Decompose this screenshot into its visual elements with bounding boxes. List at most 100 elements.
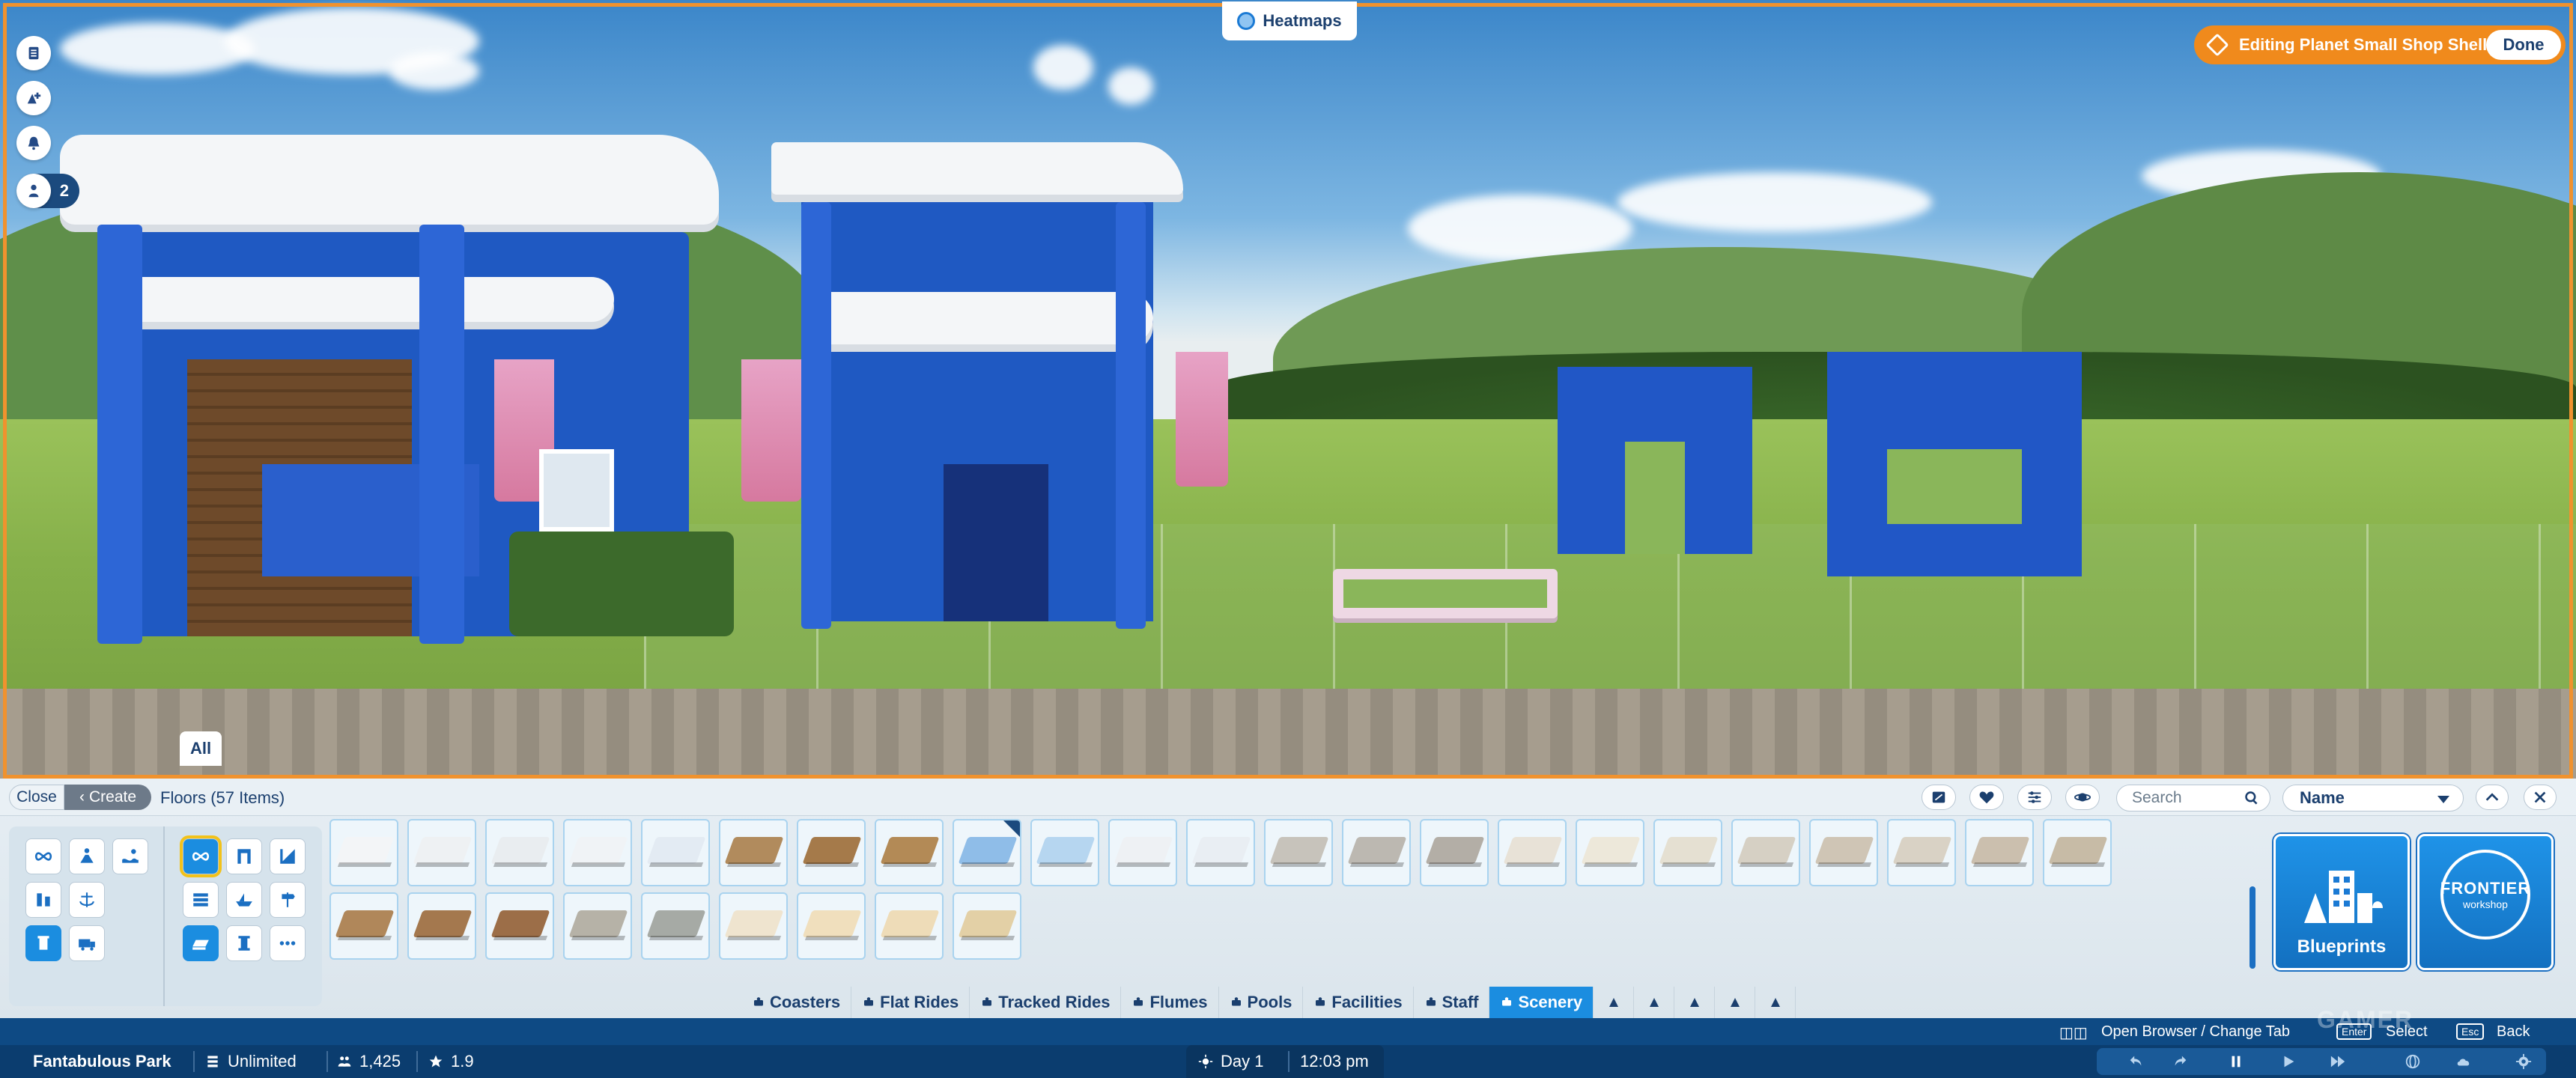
subcategory-roofs[interactable] bbox=[226, 882, 262, 918]
terrain-tool-button[interactable] bbox=[1634, 987, 1675, 1018]
floor-item-tile[interactable] bbox=[797, 819, 866, 886]
blueprint-filter-button[interactable] bbox=[1922, 785, 1956, 810]
blueprints-button[interactable]: Blueprints bbox=[2273, 834, 2410, 970]
tab-scenery[interactable]: Scenery bbox=[1489, 987, 1594, 1018]
add-guest-button[interactable] bbox=[16, 81, 51, 115]
floor-item-tile[interactable] bbox=[1731, 819, 1800, 886]
guests-display[interactable]: 1,425 bbox=[337, 1045, 401, 1078]
frontier-workshop-button[interactable]: FRONTIER workshop bbox=[2417, 834, 2554, 970]
floor-item-tile[interactable] bbox=[953, 892, 1021, 960]
category-theme[interactable] bbox=[69, 882, 105, 918]
sort-dropdown[interactable]: Name bbox=[2282, 785, 2464, 811]
create-button[interactable]: ‹ Create bbox=[64, 785, 151, 810]
building-tool-button[interactable] bbox=[1594, 987, 1635, 1018]
tab-pools[interactable]: Pools bbox=[1219, 987, 1304, 1018]
heatmaps-button[interactable]: Heatmaps bbox=[1222, 1, 1357, 40]
floor-item-tile[interactable] bbox=[407, 892, 476, 960]
pause-button[interactable] bbox=[2220, 1051, 2253, 1072]
floor-item-tile[interactable] bbox=[1264, 819, 1333, 886]
tab-flat-rides[interactable]: Flat Rides bbox=[851, 987, 970, 1018]
park-name[interactable]: Fantabulous Park bbox=[33, 1045, 171, 1078]
floor-item-tile[interactable] bbox=[563, 819, 632, 886]
play-button[interactable] bbox=[2272, 1051, 2305, 1072]
favourites-button[interactable] bbox=[1969, 785, 2004, 810]
floor-item-tile[interactable] bbox=[563, 892, 632, 960]
tab-flumes[interactable]: Flumes bbox=[1121, 987, 1219, 1018]
floor-item-tile[interactable] bbox=[1653, 819, 1722, 886]
floor-item-tile[interactable] bbox=[2043, 819, 2112, 886]
collapse-button[interactable] bbox=[2476, 785, 2509, 810]
search-placeholder: Search bbox=[2132, 789, 2182, 806]
category-guests[interactable] bbox=[69, 838, 105, 874]
search-input[interactable]: Search bbox=[2116, 785, 2270, 811]
subcategory-diagonal[interactable] bbox=[270, 838, 306, 874]
park-management-button[interactable] bbox=[16, 36, 51, 70]
floor-item-tile[interactable] bbox=[1809, 819, 1878, 886]
wall-panel-door[interactable] bbox=[1558, 367, 1752, 554]
floor-item-tile[interactable] bbox=[797, 892, 866, 960]
guest-button[interactable] bbox=[16, 174, 51, 208]
floor-item-tile[interactable] bbox=[1420, 819, 1489, 886]
category-all[interactable] bbox=[25, 838, 61, 874]
done-button[interactable]: Done bbox=[2486, 30, 2561, 60]
notifications-button[interactable] bbox=[16, 126, 51, 160]
floor-item-tile[interactable] bbox=[1030, 819, 1099, 886]
rating-display[interactable]: 1.9 bbox=[428, 1045, 474, 1078]
subcategory-doorways[interactable] bbox=[226, 838, 262, 874]
floor-item-tile[interactable] bbox=[719, 819, 788, 886]
shop-building-left[interactable] bbox=[60, 135, 734, 644]
all-tab[interactable]: All bbox=[180, 731, 222, 766]
floor-item-tile[interactable] bbox=[875, 819, 944, 886]
money-display[interactable]: Unlimited bbox=[205, 1045, 297, 1078]
floor-item-tile[interactable] bbox=[485, 892, 554, 960]
fast-forward-button[interactable] bbox=[2321, 1051, 2354, 1072]
floor-item-tile[interactable] bbox=[875, 892, 944, 960]
blueprint-tool-button[interactable] bbox=[1715, 987, 1756, 1018]
game-viewport[interactable]: Heatmaps Editing Planet Small Shop Shell… bbox=[0, 0, 2576, 779]
redo-button[interactable] bbox=[2164, 1051, 2197, 1072]
settings-button[interactable] bbox=[2507, 1051, 2540, 1072]
shop-building-center[interactable] bbox=[771, 142, 1236, 636]
floor-item-tile[interactable] bbox=[1498, 819, 1567, 886]
landscape-tool-button[interactable] bbox=[1674, 987, 1716, 1018]
category-rides[interactable] bbox=[25, 882, 61, 918]
subcategory-columns[interactable] bbox=[226, 925, 262, 961]
floor-item-tile[interactable] bbox=[485, 819, 554, 886]
floor-tile-preview[interactable] bbox=[1333, 569, 1558, 618]
planet-content-button[interactable] bbox=[2065, 785, 2100, 810]
floor-item-tile[interactable] bbox=[1342, 819, 1411, 886]
floor-item-tile[interactable] bbox=[719, 892, 788, 960]
subcategory-layers[interactable] bbox=[183, 882, 219, 918]
tab-facilities[interactable]: Facilities bbox=[1303, 987, 1414, 1018]
undo-button[interactable] bbox=[2119, 1051, 2152, 1072]
floor-item-tile[interactable] bbox=[953, 819, 1021, 886]
category-water[interactable] bbox=[112, 838, 148, 874]
floor-item-tile[interactable] bbox=[1887, 819, 1956, 886]
floor-item-tile[interactable] bbox=[1576, 819, 1644, 886]
floor-item-tile[interactable] bbox=[1186, 819, 1255, 886]
expand-tool-button[interactable] bbox=[1755, 987, 1796, 1018]
floor-item-tile[interactable] bbox=[641, 819, 710, 886]
subcategory-more[interactable] bbox=[270, 925, 306, 961]
close-button[interactable]: Close bbox=[9, 785, 64, 810]
tab-staff[interactable]: Staff bbox=[1414, 987, 1490, 1018]
item-scrollbar[interactable] bbox=[2250, 886, 2255, 969]
category-vehicles[interactable] bbox=[69, 925, 105, 961]
close-browser-button[interactable] bbox=[2524, 785, 2557, 810]
subcategory-all[interactable] bbox=[180, 835, 222, 877]
floor-item-tile[interactable] bbox=[329, 819, 398, 886]
wall-panel-window[interactable] bbox=[1827, 352, 2082, 576]
floor-item-tile[interactable] bbox=[1965, 819, 2034, 886]
tab-coasters[interactable]: Coasters bbox=[741, 987, 852, 1018]
floor-item-tile[interactable] bbox=[329, 892, 398, 960]
floor-item-tile[interactable] bbox=[1108, 819, 1177, 886]
floor-item-tile[interactable] bbox=[407, 819, 476, 886]
globe-button[interactable] bbox=[2396, 1051, 2429, 1072]
subcategory-floors[interactable] bbox=[183, 925, 219, 961]
category-scenery[interactable] bbox=[25, 925, 61, 961]
floor-item-tile[interactable] bbox=[641, 892, 710, 960]
weather-button[interactable] bbox=[2447, 1051, 2480, 1072]
subcategory-signs[interactable] bbox=[270, 882, 306, 918]
filter-button[interactable] bbox=[2017, 785, 2052, 810]
tab-tracked-rides[interactable]: Tracked Rides bbox=[970, 987, 1122, 1018]
